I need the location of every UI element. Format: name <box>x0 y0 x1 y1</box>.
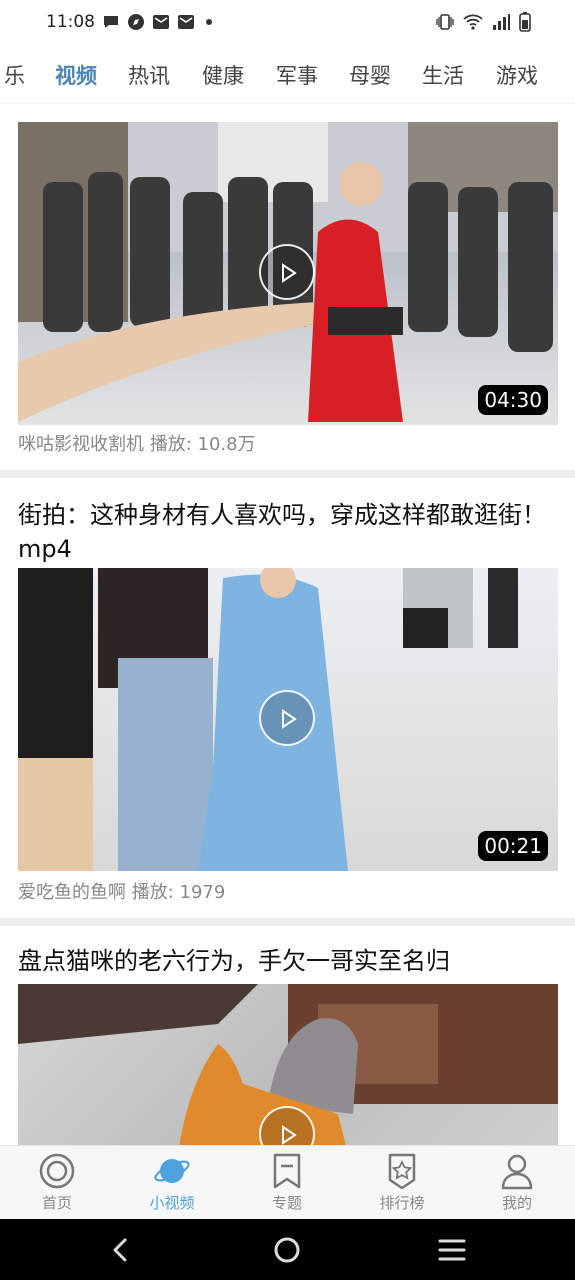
tab-life[interactable]: 生活 <box>422 60 464 90</box>
planet-icon <box>154 1159 190 1183</box>
tab-military[interactable]: 军事 <box>276 60 318 90</box>
video-thumbnail[interactable]: 04:30 <box>18 122 558 425</box>
play-icon <box>282 1125 297 1145</box>
tab-health[interactable]: 健康 <box>202 60 244 90</box>
play-button[interactable] <box>259 244 315 300</box>
system-status-icons <box>435 12 531 32</box>
bottom-nav: 首页 小视频 专题 排行榜 我的 <box>0 1145 575 1219</box>
nav-topics[interactable]: 专题 <box>247 1152 327 1213</box>
video-thumbnail[interactable] <box>18 984 558 1145</box>
video-thumbnail[interactable]: 00:21 <box>18 568 558 871</box>
nav-short-video-label: 小视频 <box>149 1194 195 1212</box>
system-nav-bar <box>0 1219 575 1280</box>
nav-me[interactable]: 我的 <box>477 1152 557 1213</box>
tab-hot-news[interactable]: 热讯 <box>128 60 170 90</box>
author-views: 咪咕影视收割机 播放: 10.8万 <box>18 434 256 455</box>
recents-menu-icon[interactable] <box>438 1238 466 1262</box>
nav-topics-label: 专题 <box>271 1194 302 1212</box>
tab-mother-baby[interactable]: 母婴 <box>349 60 391 90</box>
status-time: 11:08 <box>46 12 95 32</box>
tab-games[interactable]: 游戏 <box>496 60 538 90</box>
more-notifications-dot <box>206 19 212 25</box>
play-icon <box>282 709 297 729</box>
play-icon <box>282 263 297 283</box>
notification-icons <box>102 13 212 31</box>
video-card[interactable]: 街拍：这种身材有人喜欢吗，穿成这样都敢逛街！mp4 00:21 爱吃鱼的鱼啊 播… <box>0 478 575 918</box>
star-badge-icon <box>388 1153 416 1190</box>
video-card[interactable]: 盘点猫咪的老六行为，手欠一哥实至名归 <box>0 926 575 1145</box>
signal-icon <box>493 14 510 30</box>
nav-home-label: 首页 <box>41 1194 72 1212</box>
mail-icon <box>153 15 169 29</box>
card-separator <box>0 918 575 926</box>
wifi-icon <box>463 14 483 30</box>
nav-home[interactable]: 首页 <box>17 1152 97 1213</box>
video-title[interactable]: 盘点猫咪的老六行为，手欠一哥实至名归 <box>18 944 558 978</box>
category-tabs: 乐 视频 热讯 健康 军事 母婴 生活 游戏 <box>0 46 575 104</box>
tab-video[interactable]: 视频 <box>55 60 97 90</box>
video-title[interactable]: 街拍：这种身材有人喜欢吗，穿成这样都敢逛街！mp4 <box>18 498 558 566</box>
nav-short-video[interactable]: 小视频 <box>132 1152 212 1213</box>
back-icon[interactable] <box>108 1237 134 1263</box>
status-bar: 11:08 <box>0 0 575 46</box>
chat-icon <box>104 16 118 28</box>
video-feed[interactable]: 04:30 咪咕影视收割机 播放: 10.8万 街拍：这种身材有人喜欢吗，穿成这… <box>0 104 575 1145</box>
user-icon <box>501 1154 533 1190</box>
play-button[interactable] <box>259 690 315 746</box>
author-views: 爱吃鱼的鱼啊 播放: 1979 <box>18 882 226 903</box>
home-icon[interactable] <box>273 1236 301 1264</box>
compass-icon <box>128 14 144 30</box>
nav-me-label: 我的 <box>501 1194 532 1212</box>
video-duration: 04:30 <box>478 385 548 415</box>
nav-ranking[interactable]: 排行榜 <box>362 1152 442 1213</box>
card-separator <box>0 470 575 478</box>
tab-entertainment[interactable]: 乐 <box>4 60 25 90</box>
battery-icon <box>519 12 531 32</box>
nav-ranking-label: 排行榜 <box>379 1194 425 1212</box>
video-duration: 00:21 <box>478 831 548 861</box>
mail-icon <box>178 15 194 29</box>
bookmark-icon <box>273 1153 301 1189</box>
vibrate-icon <box>436 14 454 30</box>
home-circle-icon <box>39 1153 75 1189</box>
video-card[interactable]: 04:30 咪咕影视收割机 播放: 10.8万 <box>0 104 575 470</box>
